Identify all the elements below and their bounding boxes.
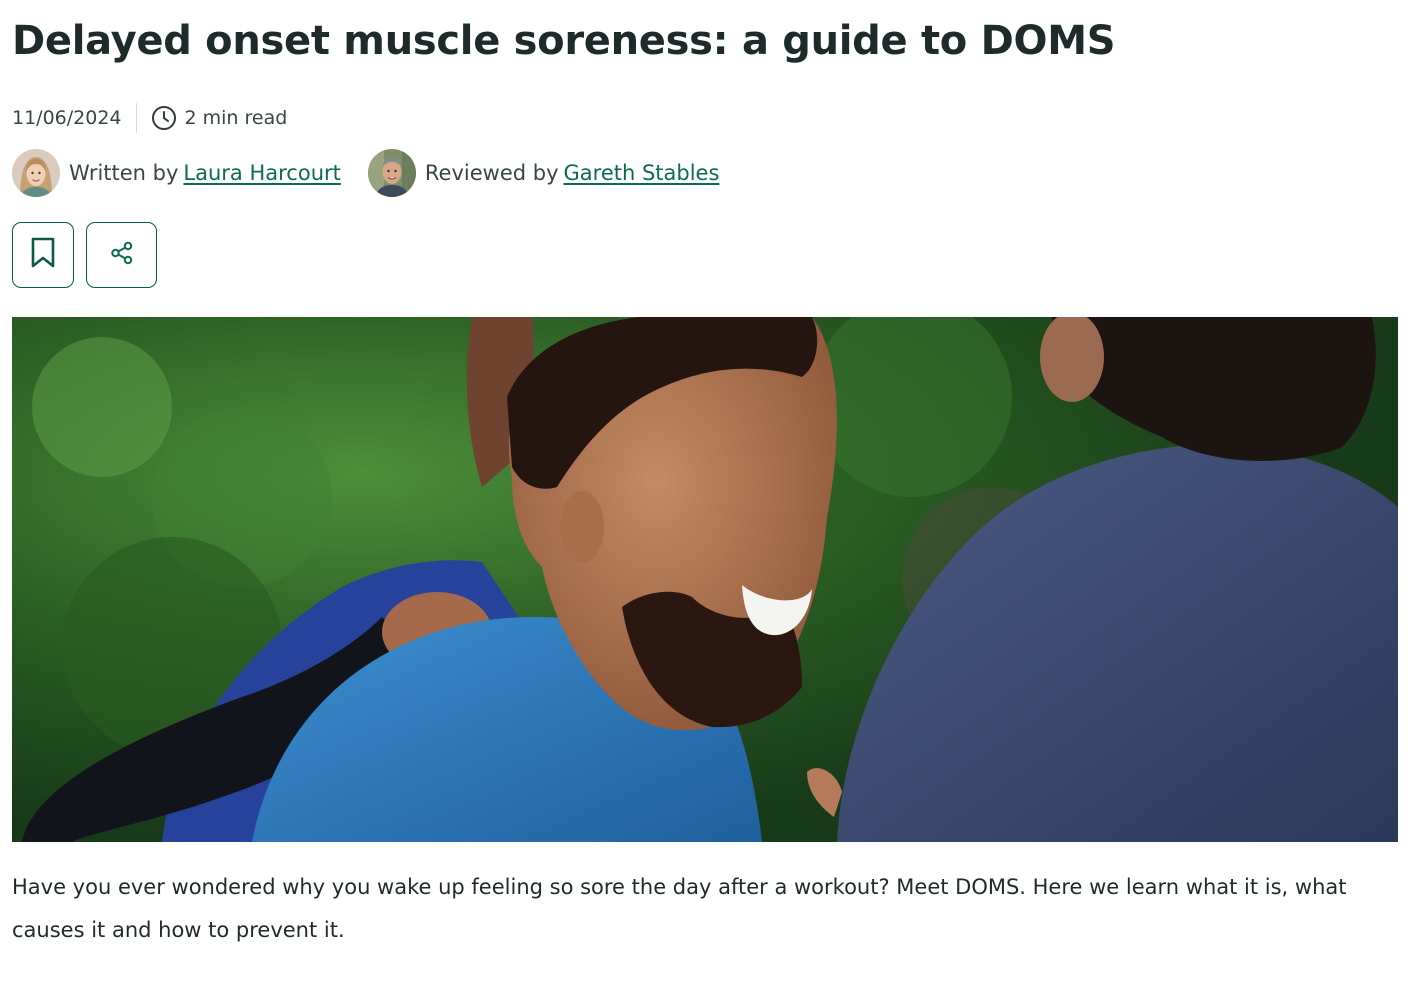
byline: Written by Laura Harcourt Reviewed by Ga… <box>12 149 719 197</box>
article-intro: Have you ever wondered why you wake up f… <box>12 875 1347 942</box>
article-meta: 11/06/2024 2 min read <box>12 103 287 133</box>
clock-icon <box>151 105 177 131</box>
reviewed-by-label: Reviewed by <box>424 161 559 185</box>
author-avatar <box>12 149 60 197</box>
share-button[interactable] <box>86 222 157 288</box>
reviewer-link[interactable]: Gareth Stables <box>564 161 720 185</box>
publish-date: 11/06/2024 <box>12 107 122 129</box>
hero-image <box>12 317 1398 842</box>
written-by-label: Written by <box>69 161 179 185</box>
meta-divider <box>135 103 137 133</box>
article-actions <box>12 222 157 288</box>
read-time: 2 min read <box>184 107 288 129</box>
bookmark-icon <box>30 237 56 273</box>
author-link[interactable]: Laura Harcourt <box>183 161 340 185</box>
reviewer-avatar <box>367 149 416 197</box>
bookmark-button[interactable] <box>12 222 74 288</box>
page-title: Delayed onset muscle soreness: a guide t… <box>12 18 1116 64</box>
share-icon <box>110 241 134 269</box>
